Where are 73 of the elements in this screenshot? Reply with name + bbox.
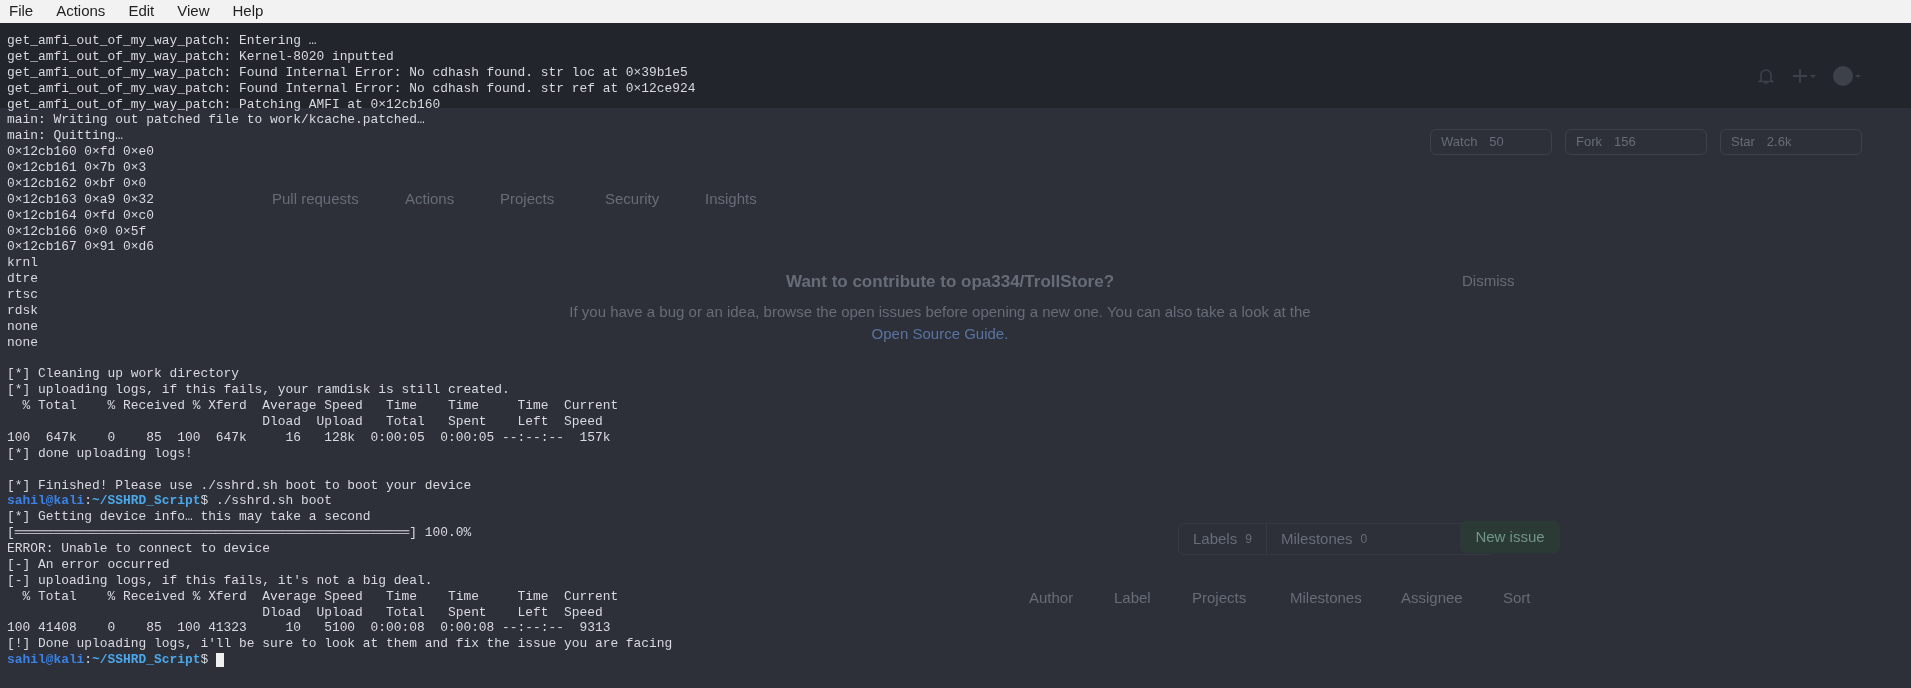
- terminal-line: [*] uploading logs, if this fails, your ramdisk is still created.: [7, 382, 510, 399]
- nav-tab[interactable]: Security: [605, 188, 660, 211]
- dismiss-button[interactable]: Dismiss: [1462, 270, 1515, 293]
- nav-tab[interactable]: Projects: [500, 188, 555, 211]
- terminal-line: [*] done uploading logs!: [7, 445, 193, 462]
- terminal-line: dtre: [7, 271, 38, 287]
- terminal-line: 0×12cb167 0×91 0×d6: [7, 239, 154, 256]
- nav-tab[interactable]: Actions: [405, 188, 455, 211]
- repo-action-button[interactable]: Watch 50: [1430, 129, 1552, 155]
- terminal-line: [*] Getting device info… this may take a second: [7, 509, 371, 526]
- repo-action-button[interactable]: Star 2.6k: [1720, 129, 1862, 155]
- terminal-line: [═══════════════════════════════════════════════════] 100.0%: [7, 525, 472, 541]
- terminal-line: ERROR: Unable to connect to device: [7, 541, 270, 557]
- plus-icon[interactable]: [1793, 68, 1817, 84]
- nav-tab[interactable]: Pull requests: [272, 188, 359, 211]
- terminal-line: main: Writing out patched file to work/kcache.patched…: [7, 112, 425, 129]
- prompt-path: ~/SSHRD_Script: [92, 493, 201, 510]
- terminal-line: 0×12cb166 0×0 0×5f: [7, 223, 147, 240]
- terminal-line: rtsc: [7, 287, 38, 303]
- terminal-line: % Total % Received % Xferd Average Speed Time Time Time Current: [21, 398, 619, 414]
- terminal-line: Dload Upload Total Spent Left Speed: [261, 604, 603, 621]
- menu-item[interactable]: File: [9, 0, 34, 23]
- terminal-line: get_amfi_out_of_my_way_patch: Kernel-8020 inputted: [7, 48, 394, 65]
- terminal-line: none: [7, 318, 38, 335]
- terminal-line: 100 41408 0 85 100 41323 10 5100 0:00:08 0:00:08 --:--:-- 9313: [7, 620, 611, 637]
- menu-item[interactable]: Edit: [128, 0, 155, 23]
- filter-dropdown[interactable]: Milestones: [1290, 587, 1362, 610]
- filter-dropdown[interactable]: Assignee: [1401, 587, 1463, 610]
- terminal-line: rdsk: [7, 302, 38, 319]
- filter-dropdown[interactable]: Sort: [1503, 587, 1531, 610]
- terminal-line: get_amfi_out_of_my_way_patch: Entering …: [7, 33, 317, 49]
- terminal-line: [-] An error occurred: [7, 556, 170, 573]
- terminal-line: 0×12cb160 0×fd 0×e0: [7, 144, 154, 160]
- terminal-line: 0×12cb161 0×7b 0×3: [7, 160, 147, 176]
- guide-link[interactable]: Open Source Guide.: [871, 325, 1009, 342]
- terminal-line: 0×12cb162 0×bf 0×0: [7, 175, 147, 192]
- avatar-icon[interactable]: [1832, 65, 1862, 87]
- terminal-line: main: Quitting…: [7, 128, 124, 145]
- terminal-command: $: [200, 652, 210, 668]
- repo-action-button[interactable]: Fork 156: [1565, 129, 1707, 155]
- filter-dropdown[interactable]: Projects: [1192, 587, 1247, 610]
- terminal-line: none: [7, 334, 38, 351]
- menu-item[interactable]: View: [177, 0, 210, 23]
- prompt-user: sahil@kali: [7, 493, 85, 510]
- prompt-separator: :: [84, 493, 93, 510]
- terminal-line: Dload Upload Total Spent Left Speed: [261, 414, 603, 430]
- terminal-line: get_amfi_out_of_my_way_patch: Found Internal Error: No cdhash found. str ref at 0×12ce924: [7, 80, 696, 97]
- new-issue-button[interactable]: New issue: [1460, 521, 1560, 553]
- terminal-line: % Total % Received % Xferd Average Speed Time Time Time Current: [21, 588, 619, 605]
- filter-dropdown[interactable]: Author: [1029, 587, 1074, 610]
- terminal-line: [!] Done uploading logs, i'll be sure to look at them and fix the issue you are facing: [7, 636, 673, 653]
- terminal-line: 0×12cb163 0×a9 0×32: [7, 191, 154, 208]
- terminal-line: krnl: [7, 255, 38, 272]
- terminal-line: get_amfi_out_of_my_way_patch: Found Internal Error: No cdhash found. str loc at 0×39b1e5: [7, 64, 688, 81]
- terminal-line: [*] Finished! Please use ./sshrd.sh boot to boot your device: [7, 477, 472, 494]
- nav-tab[interactable]: Insights: [705, 188, 757, 211]
- menu-item[interactable]: Help: [232, 0, 264, 23]
- terminal-line: [*] Cleaning up work directory: [7, 366, 240, 383]
- prompt-user: sahil@kali: [7, 652, 85, 668]
- banner-text: If you have a bug or an idea, browse the open issues before opening a new one. You can also take a look at the Open Source Guide.: [568, 302, 1312, 344]
- terminal-line: get_amfi_out_of_my_way_patch: Patching AMFI at 0×12cb160: [7, 96, 441, 113]
- terminal-line: [-] uploading logs, if this fails, it's not a big deal.: [7, 572, 433, 589]
- prompt-separator: :: [84, 652, 93, 668]
- labels-button[interactable]: Labels 9: [1179, 524, 1266, 554]
- prompt-path: ~/SSHRD_Script: [92, 652, 201, 668]
- menu-item[interactable]: Actions: [56, 0, 106, 23]
- milestones-button[interactable]: Milestones 0: [1265, 524, 1382, 554]
- terminal-command: $ ./sshrd.sh boot: [200, 493, 332, 510]
- terminal-line: 0×12cb164 0×fd 0×c0: [7, 207, 154, 224]
- bell-icon[interactable]: [1758, 67, 1774, 85]
- terminal-line: 100 647k 0 85 100 647k 16 128k 0:00:05 0:00:05 --:--:-- 157k: [7, 429, 611, 446]
- banner-title: Want to contribute to opa334/TrollStore?: [786, 271, 1115, 293]
- filter-dropdown[interactable]: Label: [1114, 587, 1151, 610]
